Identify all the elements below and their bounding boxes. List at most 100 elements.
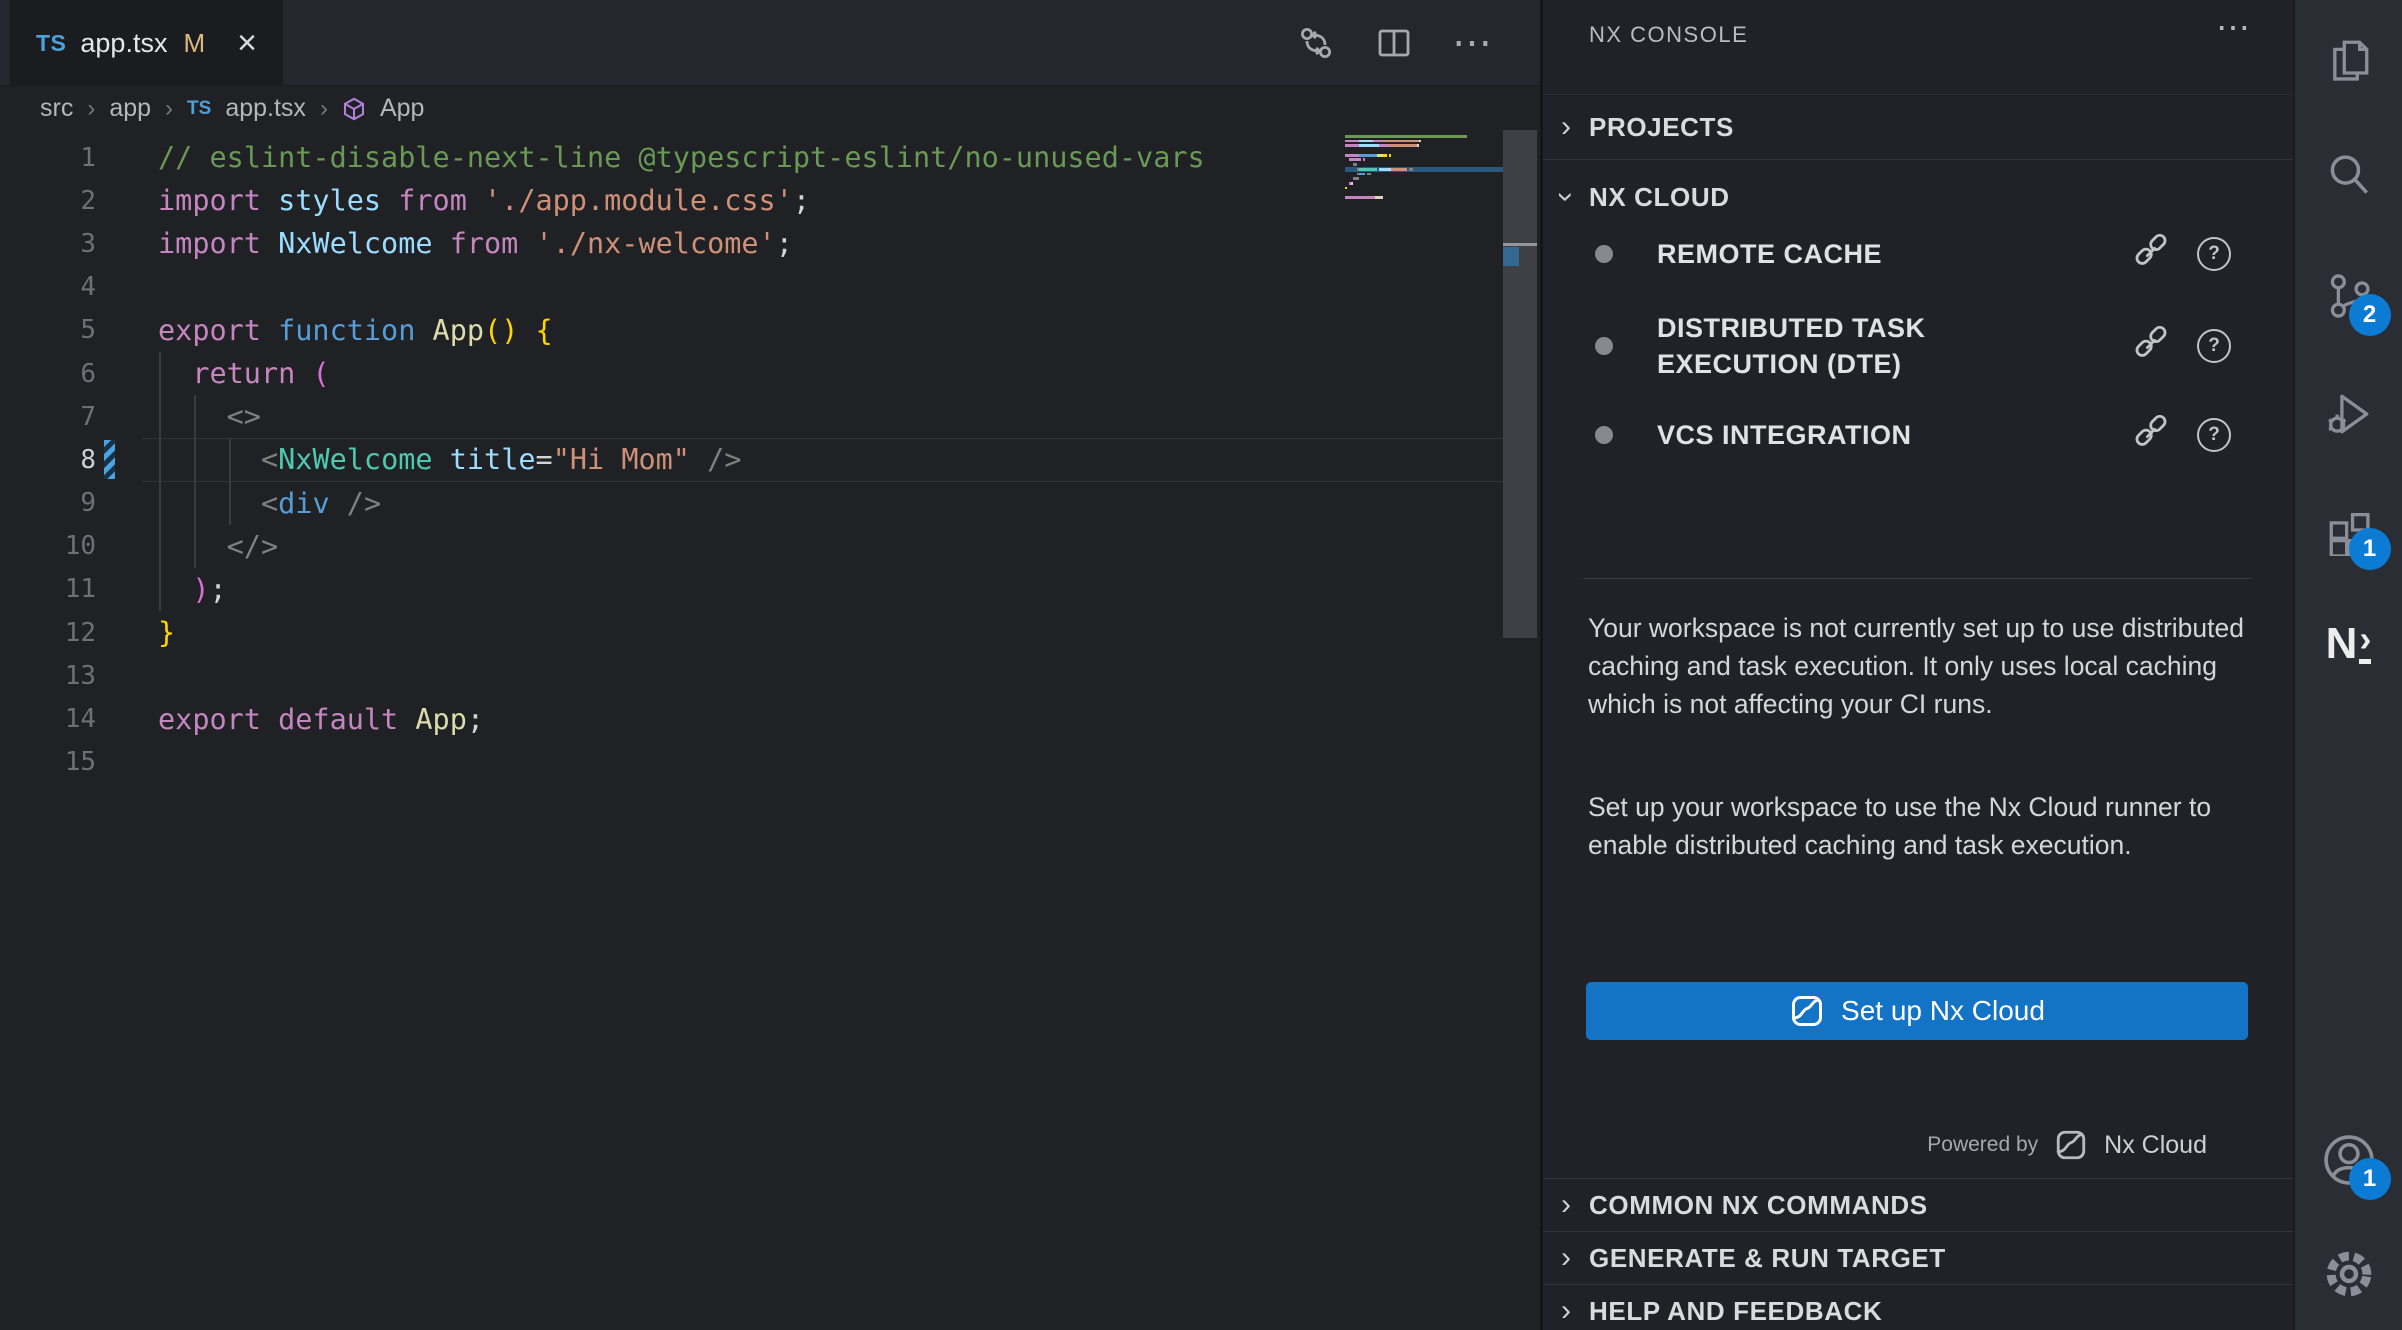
line-number: 6: [0, 359, 100, 389]
chevron-right-icon: ›: [1543, 112, 1589, 142]
section-label: GENERATE & RUN TARGET: [1589, 1243, 1946, 1274]
search-icon[interactable]: [2317, 144, 2381, 208]
status-dot-icon: [1595, 337, 1613, 355]
code-line-14[interactable]: 14export default App;: [0, 697, 1540, 740]
status-dot-icon: [1595, 245, 1613, 263]
code-line-8[interactable]: 8 <NxWelcome title="Hi Mom" />: [0, 438, 1540, 481]
nx-cloud-feature-vcs-integration: VCS INTEGRATION?: [1543, 400, 2293, 470]
section-projects[interactable]: › PROJECTS: [1543, 94, 2293, 160]
chevron-right-icon: ›: [1543, 1296, 1589, 1326]
code-text: <div />: [140, 487, 381, 520]
typescript-file-icon: TS: [36, 30, 66, 57]
open-changes-icon[interactable]: [1296, 23, 1336, 63]
code-line-13[interactable]: 13: [0, 654, 1540, 697]
close-tab-icon[interactable]: ×: [237, 26, 257, 60]
code-editor[interactable]: 1// eslint-disable-next-line @typescript…: [0, 130, 1540, 1330]
code-line-11[interactable]: 11 );: [0, 568, 1540, 611]
help-icon[interactable]: ?: [2197, 418, 2231, 452]
code-text: </>: [140, 530, 278, 563]
code-line-7[interactable]: 7 <>: [0, 395, 1540, 438]
accounts-badge: 1: [2349, 1158, 2391, 1200]
help-icon[interactable]: ?: [2197, 237, 2231, 271]
extensions-icon[interactable]: 1: [2317, 498, 2381, 562]
code-line-4[interactable]: 4: [0, 266, 1540, 309]
setup-nx-cloud-button[interactable]: Set up Nx Cloud: [1586, 982, 2248, 1040]
line-number: 15: [0, 747, 100, 777]
code-text: <NxWelcome title="Hi Mom" />: [140, 443, 741, 476]
code-text: // eslint-disable-next-line @typescript-…: [140, 141, 1205, 174]
code-text: import NxWelcome from './nx-welcome';: [140, 227, 793, 260]
divider: [1583, 578, 2251, 579]
connect-icon[interactable]: [2133, 415, 2169, 456]
section-generate-run-target[interactable]: ›GENERATE & RUN TARGET: [1543, 1231, 2293, 1284]
section-help-and-feedback[interactable]: ›HELP AND FEEDBACK: [1543, 1284, 2293, 1330]
code-line-15[interactable]: 15: [0, 741, 1540, 784]
section-label: COMMON NX COMMANDS: [1589, 1190, 1928, 1221]
line-number: 12: [0, 618, 100, 648]
tab-app-tsx[interactable]: TS app.tsx M ×: [10, 0, 283, 86]
line-number: 4: [0, 272, 100, 302]
overview-ruler-modified-marker: [1503, 247, 1519, 266]
collapsed-sections: ›COMMON NX COMMANDS›GENERATE & RUN TARGE…: [1543, 1178, 2293, 1330]
typescript-file-icon: TS: [187, 98, 211, 120]
code-line-2[interactable]: 2 import styles from './app.module.css';: [0, 179, 1540, 222]
panel-more-actions-icon[interactable]: ⋯: [2216, 8, 2253, 48]
minimap[interactable]: [1345, 134, 1503, 204]
code-line-6[interactable]: 6 return (: [0, 352, 1540, 395]
breadcrumb-folder[interactable]: app: [109, 94, 151, 123]
nx-cloud-icon: [1789, 993, 1825, 1029]
setup-button-label: Set up Nx Cloud: [1841, 995, 2045, 1027]
breadcrumb: src › app › TS app.tsx › App: [0, 87, 1540, 130]
tab-label: app.tsx: [80, 28, 167, 59]
code-text: );: [140, 573, 227, 606]
breadcrumb-folder[interactable]: src: [40, 94, 73, 123]
connect-icon[interactable]: [2133, 326, 2169, 367]
connect-icon[interactable]: [2133, 234, 2169, 275]
section-label: HELP AND FEEDBACK: [1589, 1296, 1882, 1327]
line-number: 5: [0, 315, 100, 345]
source-control-badge: 2: [2349, 294, 2391, 336]
editor-scrollbar[interactable]: [1503, 130, 1537, 638]
section-common-nx-commands[interactable]: ›COMMON NX COMMANDS: [1543, 1178, 2293, 1231]
overview-ruler-cursor-marker: [1503, 243, 1537, 246]
line-number: 10: [0, 531, 100, 561]
more-actions-icon[interactable]: ⋯: [1452, 23, 1496, 63]
explorer-icon[interactable]: [2317, 28, 2381, 92]
line-number: 3: [0, 229, 100, 259]
run-debug-icon[interactable]: [2317, 382, 2381, 446]
help-icon[interactable]: ?: [2197, 329, 2231, 363]
breadcrumb-symbol[interactable]: App: [380, 94, 424, 123]
modified-badge: M: [183, 28, 205, 59]
code-text: import styles from './app.module.css';: [140, 184, 810, 217]
source-control-icon[interactable]: 2: [2317, 264, 2381, 328]
code-line-1[interactable]: 1// eslint-disable-next-line @typescript…: [0, 136, 1540, 179]
settings-gear-icon[interactable]: [2317, 1242, 2381, 1306]
line-number: 14: [0, 704, 100, 734]
code-line-10[interactable]: 10 </>: [0, 525, 1540, 568]
chevron-down-icon: ›: [1551, 174, 1581, 220]
code-line-5[interactable]: 5export function App() {: [0, 309, 1540, 352]
symbol-cube-icon: [342, 97, 366, 121]
line-number: 8: [0, 445, 100, 475]
nx-cloud-brand-label: Nx Cloud: [2104, 1131, 2207, 1160]
breadcrumb-separator: ›: [320, 95, 328, 123]
accounts-icon[interactable]: 1: [2317, 1128, 2381, 1192]
code-line-3[interactable]: 3 import NxWelcome from './nx-welcome';: [0, 222, 1540, 265]
nx-console-icon[interactable]: N›: [2317, 612, 2381, 676]
extensions-badge: 1: [2349, 528, 2391, 570]
split-editor-icon[interactable]: [1374, 23, 1414, 63]
code-line-12[interactable]: 12}: [0, 611, 1540, 654]
feature-label: VCS INTEGRATION: [1657, 417, 2087, 453]
line-number: 9: [0, 488, 100, 518]
line-number: 7: [0, 402, 100, 432]
breadcrumb-file[interactable]: app.tsx: [225, 94, 306, 123]
tab-bar: TS app.tsx M × ⋯: [0, 0, 1540, 86]
line-number: 13: [0, 661, 100, 691]
nx-cloud-icon: [2054, 1128, 2088, 1162]
code-line-9[interactable]: 9 <div />: [0, 482, 1540, 525]
setup-hint-text: Set up your workspace to use the Nx Clou…: [1588, 788, 2253, 864]
nx-console-panel: NX CONSOLE ⋯ › PROJECTS › NX CLOUD REMOT…: [1540, 0, 2293, 1330]
minimap-line: [1345, 200, 1503, 205]
line-number: 2: [0, 186, 100, 216]
code-text: return (: [140, 357, 330, 390]
